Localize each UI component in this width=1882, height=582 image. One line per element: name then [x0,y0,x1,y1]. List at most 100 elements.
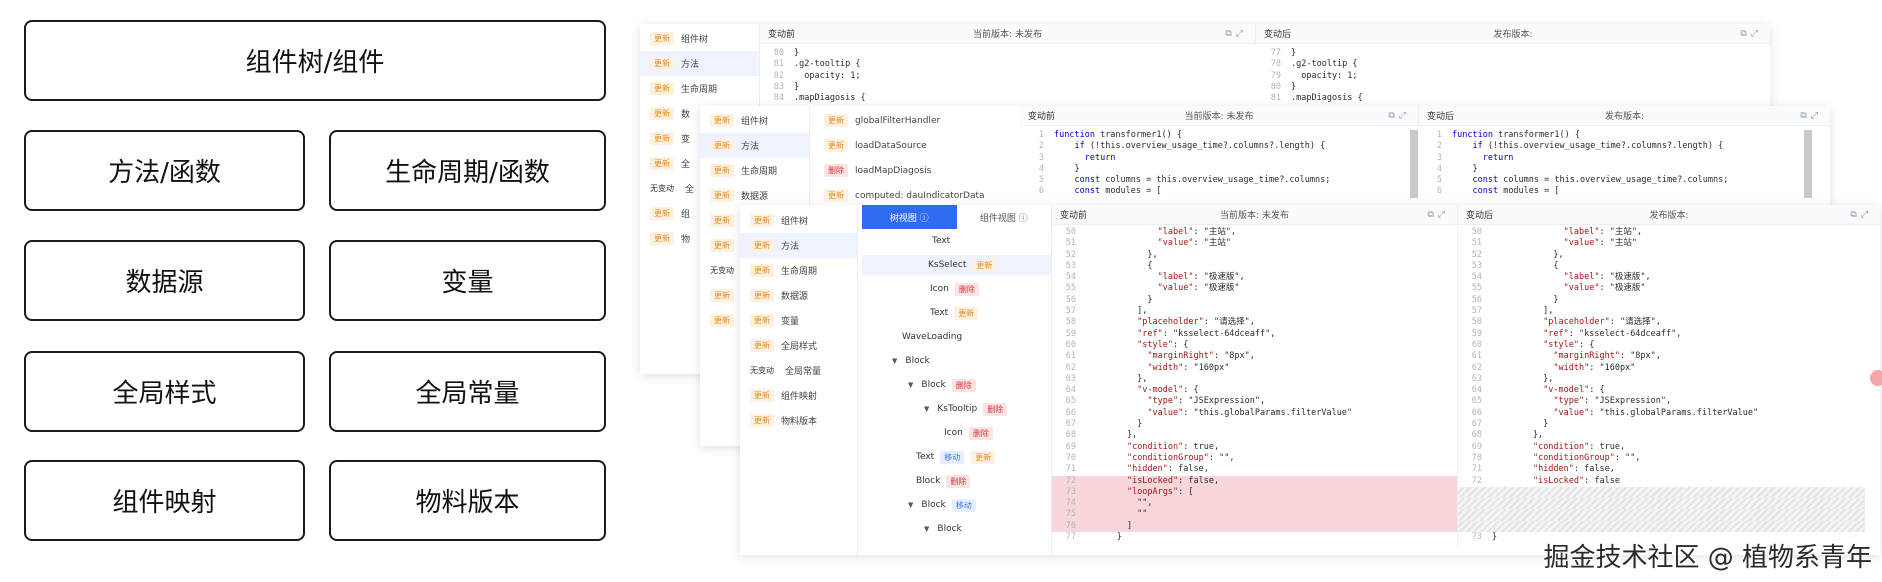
panel2-left-scrollbar[interactable] [1410,130,1418,198]
chevron-down-icon[interactable]: ▼ [924,525,929,533]
tree-node[interactable]: ▼ Block [862,351,1051,371]
code-text: "value": "主站" [1157,238,1231,249]
tree-node[interactable]: Text 移动 更新 [862,447,1051,467]
line-number: 78 [1270,59,1281,70]
change-tag: 更新 [650,107,674,120]
code-line: 54 "label": "极速版", [1458,272,1865,283]
code-text: "v-model": { [1137,385,1199,396]
nav-item-label: 全 [681,160,691,170]
line-number: 56 [1065,294,1076,305]
chevron-down-icon[interactable]: ▼ [892,357,897,365]
line-number: 3 [1436,152,1442,163]
code-text: "", [1086,498,1153,509]
tab-component-view[interactable]: 组件视图 ⓘ [957,205,1052,229]
code-line: 58 "placeholder": "请选择", [1052,317,1457,328]
panel3-right-code: 50 "label": "主站", 51 "value": "主站" 52 }, 53… [1457,227,1865,547]
nav-item[interactable]: 更新 方法 [640,51,759,76]
nav-item[interactable]: 更新 组件树 [700,108,809,133]
panel2-right-actions-icon[interactable]: ⧉⤢ [1800,111,1822,121]
code-text: "width": "160px" [1147,362,1230,373]
line-number: 50 [1065,227,1076,237]
nav-item[interactable]: 更新 物料版本 [740,408,857,433]
line-number: 82 [773,70,784,81]
code-text: } [1086,294,1153,305]
chevron-down-icon[interactable]: ▼ [908,381,913,389]
nav-item[interactable]: 更新 方法 [740,233,857,258]
method-item[interactable]: 更新 globalFilterHandler [816,108,1016,133]
category-datasource[interactable]: 数据源 [24,240,305,321]
nav-item[interactable]: 更新 全局样式 [740,333,857,358]
category-component-mapping[interactable]: 组件映射 [24,460,305,541]
panel2-left-header: 变动前 当前版本: 未发布 ⧉⤢ [1020,106,1418,126]
nav-item-label: 变 [681,135,691,145]
code-line: 62 "width": "160px" [1458,363,1865,374]
panel1-left-actions-icon[interactable]: ⧉⤢ [1225,29,1247,39]
tree-node[interactable]: Icon 删除 [862,279,1051,299]
panel3-right-actions-icon[interactable]: ⧉⤢ [1850,210,1872,220]
tree-node[interactable]: WaveLoading [862,327,1051,347]
category-methods[interactable]: 方法/函数 [24,130,305,211]
nav-item[interactable]: 更新 变量 [740,308,857,333]
panel1-left-code: 80} 81 .g2-tooltip {82 opacity: 1; 83} 84 .ma… [760,48,1255,108]
code-line: 64 "v-model": { [1052,385,1457,396]
panel3-right-header: 变动后 发布版本: ⧉⤢ [1457,205,1880,225]
panel1-right-actions-icon[interactable]: ⧉⤢ [1740,29,1762,39]
nav-item-label: 生命周期 [741,167,778,177]
line-number: 73 [1065,486,1076,497]
chevron-down-icon[interactable]: ▼ [908,501,913,509]
code-text: "label": "极速版", [1157,272,1245,283]
code-text: "value": "this.globalParams.filterValue" [1553,407,1759,418]
change-tag: 更新 [750,339,774,352]
code-line: 50 "label": "主站", [1458,227,1865,238]
notification-dot[interactable] [1870,370,1882,386]
tree-node[interactable]: Text [862,231,1051,251]
nav-item[interactable]: 更新 生命周期 [640,76,759,101]
tree-node[interactable]: KsSelect 更新 [862,255,1051,275]
category-global-constants[interactable]: 全局常量 [329,351,606,432]
code-line: 53 { [1458,261,1865,272]
panel2-left-actions-icon[interactable]: ⧉⤢ [1388,111,1410,121]
tree-node[interactable]: ▼ Block 删除 [862,375,1051,395]
panel3-left-actions-icon[interactable]: ⧉⤢ [1427,210,1449,220]
change-tag: 更新 [750,414,774,427]
chevron-down-icon[interactable]: ▼ [924,405,929,413]
code-line: 67 } [1052,419,1457,430]
tree-node[interactable]: ▼ KsTooltip 删除 [862,399,1051,419]
tree-node-label: Text [932,236,951,246]
category-lifecycle[interactable]: 生命周期/函数 [329,130,606,211]
code-text: const modules = [ [1472,186,1560,197]
nav-item[interactable]: 更新 生命周期 [740,258,857,283]
nav-item[interactable]: 更新 组件树 [740,208,857,233]
tree-node[interactable]: Text 更新 [862,303,1051,323]
tab-tree-view[interactable]: 树视图 ⓘ [862,205,957,229]
nav-item[interactable]: 更新 组件树 [640,26,759,51]
panel2-right-scrollbar[interactable] [1804,130,1812,198]
panel2-method-list: 更新 globalFilterHandler 更新 loadDataSource 删除 l… [816,108,1016,208]
nav-item[interactable]: 更新 方法 [700,133,809,158]
line-number: 63 [1065,373,1076,384]
code-text: "isLocked": false, [1126,475,1220,486]
nav-item-label: 数据源 [741,192,769,202]
nav-item[interactable]: 无变动 全局常量 [740,358,857,383]
category-material-version[interactable]: 物料版本 [329,460,606,541]
category-component-tree[interactable]: 组件树/组件 [24,20,606,101]
tree-node[interactable]: ▼ Block [862,519,1051,539]
code-line: 4 } [1020,164,1410,175]
code-line: 75 "" [1052,509,1457,521]
tree-node[interactable]: Block 删除 [862,471,1051,491]
method-item[interactable]: 删除 loadMapDiagosis [816,158,1016,183]
nav-item-label: 组件映射 [781,392,818,402]
code-text: }, [1086,430,1138,441]
method-item[interactable]: 更新 loadDataSource [816,133,1016,158]
category-variables[interactable]: 变量 [329,240,606,321]
nav-item[interactable]: 更新 生命周期 [700,158,809,183]
code-text: const modules = [ [1074,186,1162,197]
change-tag: 更新 [710,189,734,202]
tree-node[interactable]: ▼ Block 移动 [862,495,1051,515]
tree-node[interactable]: Icon 删除 [862,423,1051,443]
category-global-styles[interactable]: 全局样式 [24,351,305,432]
code-text: "style": { [1543,339,1595,350]
nav-item[interactable]: 更新 组件映射 [740,383,857,408]
code-text: "value": "this.globalParams.filterValue" [1147,407,1353,418]
nav-item[interactable]: 更新 数据源 [740,283,857,308]
